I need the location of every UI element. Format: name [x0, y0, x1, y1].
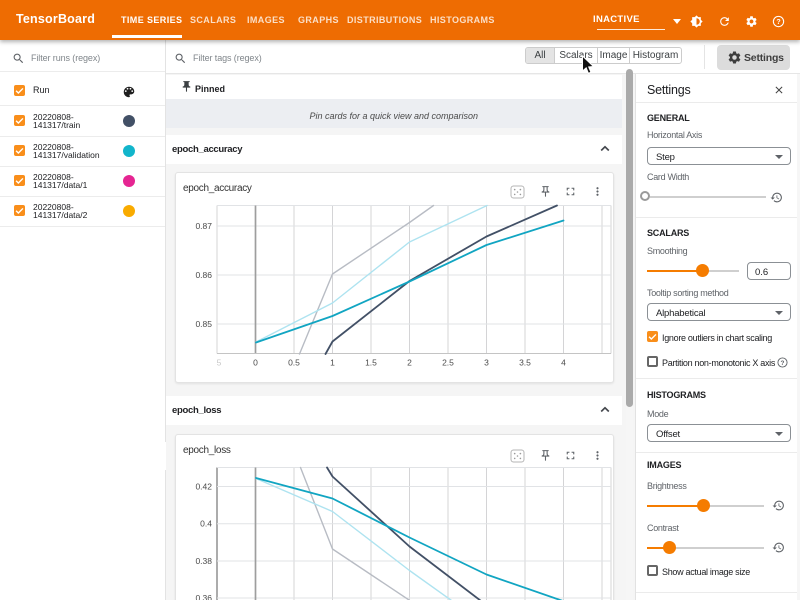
svg-text:0.4: 0.4 — [200, 518, 212, 528]
svg-text:0.38: 0.38 — [195, 556, 212, 566]
svg-text:5: 5 — [216, 357, 221, 367]
svg-text:0.42: 0.42 — [195, 481, 212, 491]
svg-text:0.86: 0.86 — [195, 270, 212, 280]
svg-text:?: ? — [776, 19, 780, 26]
svg-text:2.5: 2.5 — [442, 357, 454, 367]
svg-text:4: 4 — [561, 357, 566, 367]
svg-text:3.5: 3.5 — [519, 357, 531, 367]
svg-text:1.5: 1.5 — [365, 357, 377, 367]
svg-text:2: 2 — [407, 357, 412, 367]
svg-text:1: 1 — [330, 357, 335, 367]
svg-text:0.5: 0.5 — [288, 357, 300, 367]
svg-text:0.87: 0.87 — [195, 221, 212, 231]
svg-text:3: 3 — [484, 357, 489, 367]
svg-text:0.36: 0.36 — [195, 593, 212, 600]
svg-text:0: 0 — [253, 357, 258, 367]
svg-text:0.85: 0.85 — [195, 319, 212, 329]
svg-text:?: ? — [780, 360, 784, 367]
